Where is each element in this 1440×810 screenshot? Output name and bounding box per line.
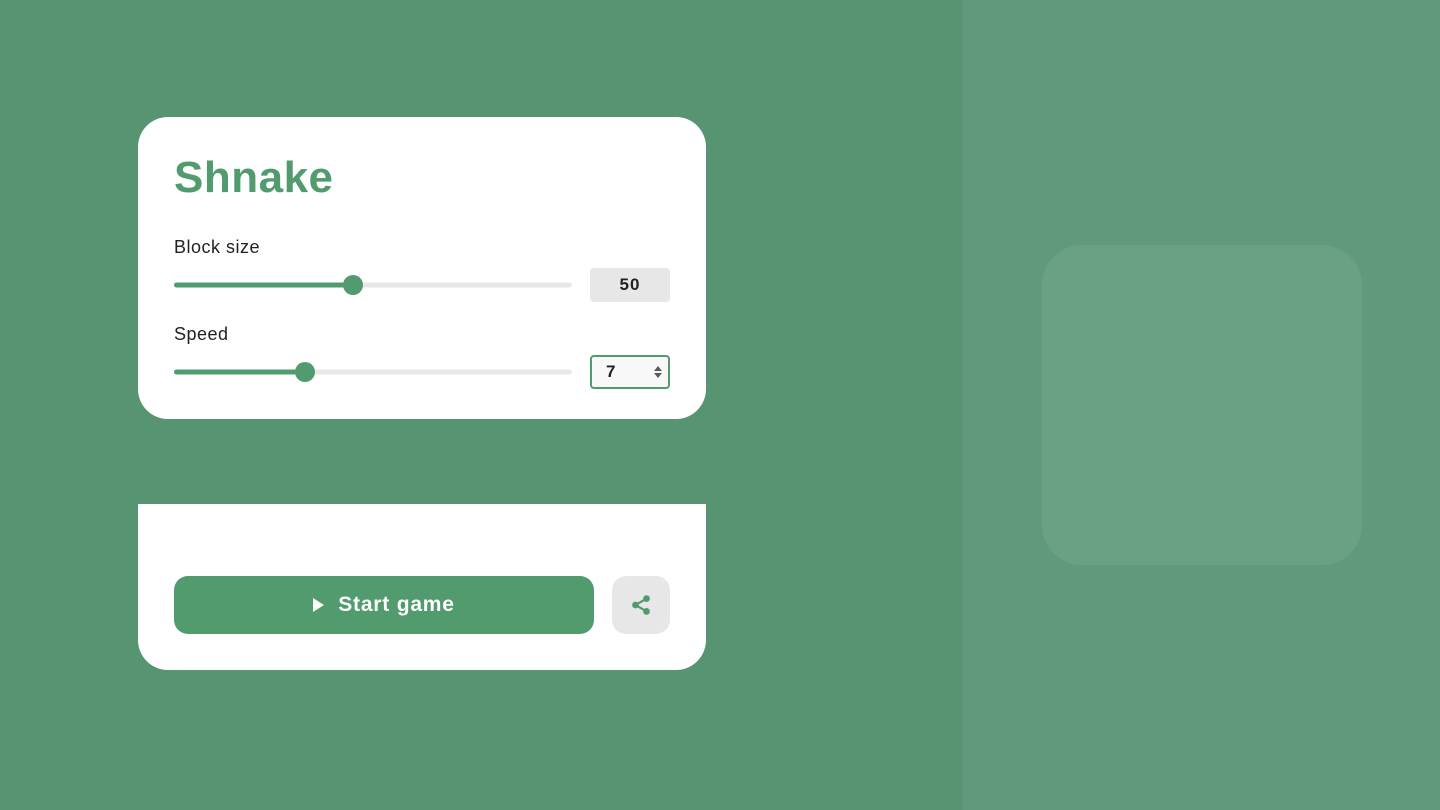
chevron-down-icon[interactable] [654, 373, 662, 378]
block-size-slider[interactable] [174, 275, 572, 295]
app-title: Shnake [174, 153, 670, 203]
settings-card: Shnake Block size 50 Speed 7 [138, 117, 706, 419]
speed-input-value: 7 [606, 362, 616, 382]
chevron-up-icon[interactable] [654, 366, 662, 371]
slider-thumb[interactable] [295, 362, 315, 382]
slider-fill [174, 370, 305, 375]
actions-card: Start game [138, 504, 706, 670]
start-game-label: Start game [338, 593, 455, 617]
slider-fill [174, 283, 353, 288]
share-button[interactable] [612, 576, 670, 634]
play-icon [313, 598, 324, 612]
block-size-control: Block size 50 [174, 237, 670, 302]
start-game-button[interactable]: Start game [174, 576, 594, 634]
share-icon [630, 594, 652, 616]
block-size-label: Block size [174, 237, 670, 258]
speed-slider[interactable] [174, 362, 572, 382]
block-size-value: 50 [590, 268, 670, 302]
preview-block [1042, 245, 1362, 565]
slider-thumb[interactable] [343, 275, 363, 295]
speed-input[interactable]: 7 [590, 355, 670, 389]
speed-stepper[interactable] [654, 366, 662, 378]
speed-label: Speed [174, 324, 670, 345]
preview-panel [963, 0, 1440, 810]
speed-control: Speed 7 [174, 324, 670, 389]
